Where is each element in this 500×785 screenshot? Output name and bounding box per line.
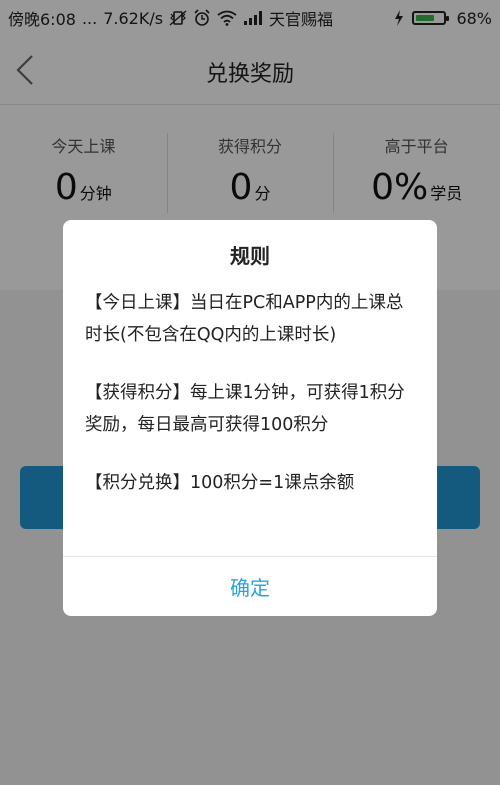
- rule-item: 【今日上课】当日在PC和APP内的上课总时长(不包含在QQ内的上课时长): [85, 293, 404, 345]
- rule-item: 【获得积分】每上课1分钟，可获得1积分奖励，每日最高可获得100积分: [85, 383, 405, 435]
- dialog-body: 【今日上课】当日在PC和APP内的上课总时长(不包含在QQ内的上课时长) 【获得…: [63, 269, 437, 499]
- rules-dialog: 规则 【今日上课】当日在PC和APP内的上课总时长(不包含在QQ内的上课时长) …: [63, 220, 437, 616]
- dialog-title: 规则: [230, 244, 270, 268]
- rule-item: 【积分兑换】100积分=1课点余额: [85, 473, 355, 493]
- confirm-button[interactable]: 确定: [63, 557, 437, 616]
